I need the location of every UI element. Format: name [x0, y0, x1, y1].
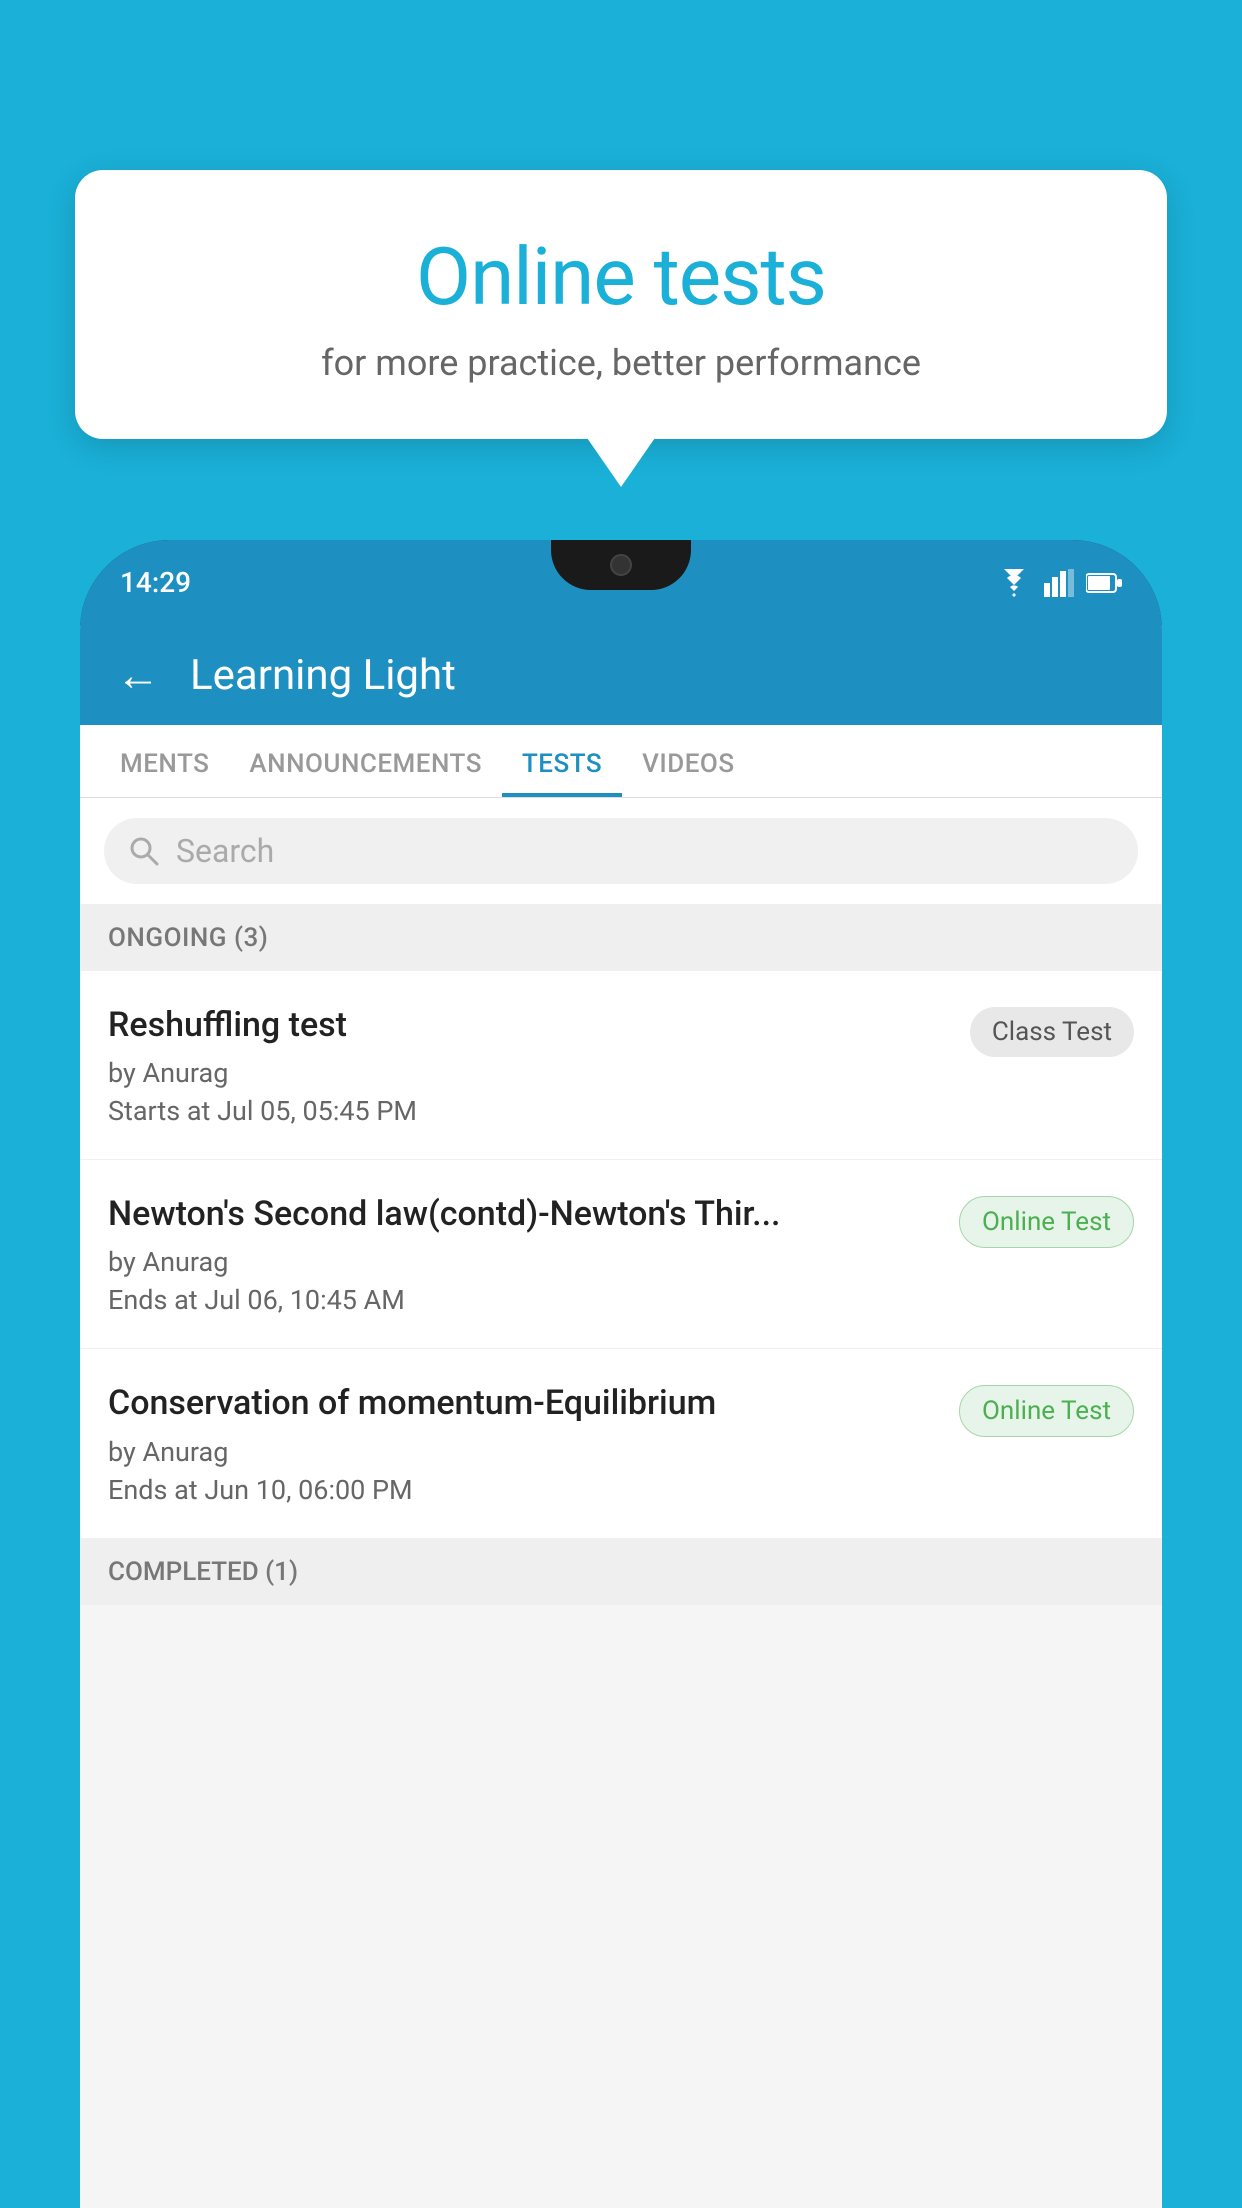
test-author-3: by Anurag	[108, 1436, 939, 1468]
test-badge-2: Online Test	[959, 1196, 1134, 1248]
test-badge-3: Online Test	[959, 1385, 1134, 1437]
search-container: Search	[80, 798, 1162, 905]
test-author-1: by Anurag	[108, 1057, 950, 1089]
test-time-2: Ends at Jul 06, 10:45 AM	[108, 1284, 939, 1316]
test-item-3[interactable]: Conservation of momentum-Equilibrium by …	[80, 1349, 1162, 1538]
test-info-3: Conservation of momentum-Equilibrium by …	[108, 1381, 939, 1505]
tab-tests[interactable]: TESTS	[502, 725, 622, 797]
notch	[551, 540, 691, 590]
test-badge-1: Class Test	[970, 1007, 1134, 1057]
wifi-icon	[996, 569, 1032, 597]
phone-screen: ← Learning Light MENTS ANNOUNCEMENTS TES…	[80, 625, 1162, 2208]
tab-announcements[interactable]: ANNOUNCEMENTS	[229, 725, 502, 797]
bubble-title: Online tests	[125, 230, 1117, 324]
test-info-1: Reshuffling test by Anurag Starts at Jul…	[108, 1003, 950, 1127]
signal-icon	[1044, 569, 1074, 597]
test-name-3: Conservation of momentum-Equilibrium	[108, 1381, 939, 1425]
test-name-2: Newton's Second law(contd)-Newton's Thir…	[108, 1192, 939, 1236]
test-time-1: Starts at Jul 05, 05:45 PM	[108, 1095, 950, 1127]
search-bar[interactable]: Search	[104, 818, 1138, 884]
status-icons	[996, 569, 1122, 597]
app-title: Learning Light	[190, 651, 456, 700]
search-placeholder[interactable]: Search	[176, 832, 274, 870]
test-item-1[interactable]: Reshuffling test by Anurag Starts at Jul…	[80, 971, 1162, 1160]
status-bar: 14:29	[80, 540, 1162, 625]
test-author-2: by Anurag	[108, 1246, 939, 1278]
speech-bubble: Online tests for more practice, better p…	[75, 170, 1167, 439]
battery-icon	[1086, 572, 1122, 594]
test-name-1: Reshuffling test	[108, 1003, 950, 1047]
bubble-subtitle: for more practice, better performance	[125, 342, 1117, 384]
back-button[interactable]: ←	[116, 653, 160, 697]
tab-ments[interactable]: MENTS	[100, 725, 229, 797]
test-info-2: Newton's Second law(contd)-Newton's Thir…	[108, 1192, 939, 1316]
tab-videos[interactable]: VIDEOS	[622, 725, 754, 797]
app-header: ← Learning Light	[80, 625, 1162, 725]
test-item-2[interactable]: Newton's Second law(contd)-Newton's Thir…	[80, 1160, 1162, 1349]
search-icon	[128, 835, 160, 867]
test-time-3: Ends at Jun 10, 06:00 PM	[108, 1474, 939, 1506]
ongoing-section-header: ONGOING (3)	[80, 905, 1162, 971]
test-list: Reshuffling test by Anurag Starts at Jul…	[80, 971, 1162, 1539]
tabs-bar: MENTS ANNOUNCEMENTS TESTS VIDEOS	[80, 725, 1162, 798]
completed-section-header: COMPLETED (1)	[80, 1539, 1162, 1605]
camera	[610, 554, 632, 576]
phone-frame: 14:29	[80, 540, 1162, 2208]
status-time: 14:29	[120, 566, 191, 599]
